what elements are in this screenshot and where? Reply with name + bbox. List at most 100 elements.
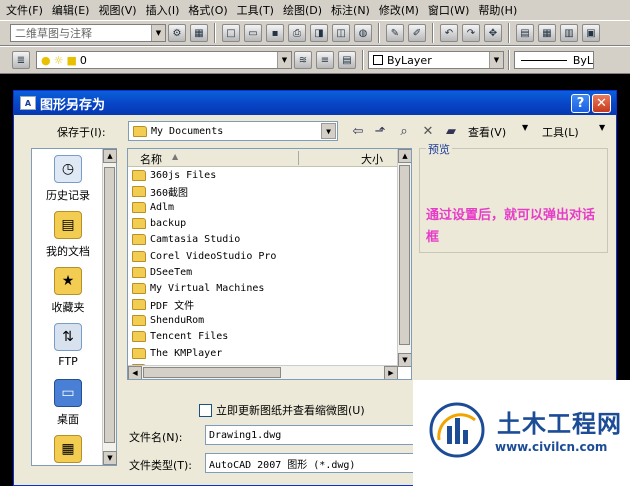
file-list-item[interactable]: Tencent Files	[128, 329, 411, 345]
place-ftp[interactable]: ⇅ FTP	[32, 323, 104, 368]
workspace-combo[interactable]: 二维草图与注释 ▼	[10, 24, 166, 42]
publish-icon[interactable]: ◫	[332, 24, 350, 42]
workspace-icon[interactable]: ▦	[190, 24, 208, 42]
tool-palette-icon[interactable]: ▥	[560, 24, 578, 42]
up-folder-icon[interactable]: ⬏	[370, 121, 390, 141]
chevron-down-icon[interactable]: ▼	[321, 123, 336, 139]
calculator-icon[interactable]: ▣	[582, 24, 600, 42]
menu-draw[interactable]: 绘图(D)	[283, 2, 322, 18]
scroll-down-icon[interactable]: ▼	[398, 353, 411, 367]
close-button[interactable]: ✕	[592, 94, 611, 113]
file-list-item[interactable]: Camtasia Studio	[128, 232, 411, 248]
file-name: The KMPlayer	[150, 347, 223, 359]
file-list-header: 名称 ▲ 大小	[128, 149, 411, 167]
layer-state-icon[interactable]: ≡	[316, 51, 334, 69]
delete-icon[interactable]: ✕	[418, 121, 438, 141]
file-list-item[interactable]: Corel VideoStudio Pro	[128, 248, 411, 264]
scroll-up-icon[interactable]: ▲	[103, 149, 117, 163]
menu-window[interactable]: 窗口(W)	[428, 2, 469, 18]
file-list-item[interactable]: ShenduRom	[128, 313, 411, 329]
menu-modify[interactable]: 修改(M)	[379, 2, 419, 18]
filename-label: 文件名(N):	[129, 431, 183, 444]
filetype-select[interactable]: AutoCAD 2007 图形 (*.dwg)	[205, 453, 425, 473]
lightbulb-icon: ●	[41, 53, 51, 67]
plot-preview-icon[interactable]: ◨	[310, 24, 328, 42]
gear-icon[interactable]: ⚙	[168, 24, 186, 42]
pencil-icon[interactable]: ✎	[386, 24, 404, 42]
file-list-item[interactable]: PDF 文件	[128, 297, 411, 313]
redo-icon[interactable]: ↷	[462, 24, 480, 42]
layer-tools-icon[interactable]: ▤	[338, 51, 356, 69]
column-name[interactable]: 名称	[140, 151, 162, 167]
save-in-combo[interactable]: My Documents ▼	[128, 121, 338, 141]
place-my-documents[interactable]: ▤ 我的文档	[32, 211, 104, 259]
file-list-item[interactable]: Adlm	[128, 199, 411, 215]
menu-tools[interactable]: 工具(T)	[237, 2, 274, 18]
menu-view[interactable]: 视图(V)	[98, 2, 136, 18]
menu-edit[interactable]: 编辑(E)	[52, 2, 90, 18]
column-size[interactable]: 大小	[361, 151, 383, 167]
place-favorites[interactable]: ★ 收藏夹	[32, 267, 104, 315]
column-divider	[298, 151, 299, 165]
layer-manager-icon[interactable]: ≣	[12, 51, 30, 69]
help-button[interactable]: ?	[571, 94, 590, 113]
color-combo[interactable]: ByLayer ▼	[368, 51, 504, 69]
save-icon[interactable]: ▪	[266, 24, 284, 42]
watermark: 土木工程网 www.civilcn.com	[413, 380, 630, 486]
menu-help[interactable]: 帮助(H)	[478, 2, 517, 18]
new-folder-icon[interactable]: ▰	[441, 121, 461, 141]
hscroll-thumb[interactable]	[143, 367, 281, 378]
file-list-item[interactable]: DSeeTem	[128, 264, 411, 280]
view-chevron-icon[interactable]: ▼	[522, 123, 528, 132]
place-history[interactable]: ◷ 历史记录	[32, 155, 104, 203]
open-folder-icon[interactable]: ▭	[244, 24, 262, 42]
properties-icon[interactable]: ▤	[516, 24, 534, 42]
file-name: PDF 文件	[150, 301, 195, 313]
file-list-item[interactable]: 360截图	[128, 183, 411, 199]
layer-previous-icon[interactable]: ≋	[294, 51, 312, 69]
print-icon[interactable]: ⎙	[288, 24, 306, 42]
file-list-item[interactable]: 360js Files	[128, 167, 411, 183]
update-thumbnail-checkbox[interactable]	[199, 403, 212, 417]
file-list-item[interactable]: My Virtual Machines	[128, 280, 411, 296]
chevron-down-icon[interactable]: ▼	[151, 25, 165, 41]
scroll-thumb[interactable]	[399, 165, 410, 345]
tools-menu-button[interactable]: 工具(L)	[542, 124, 579, 140]
filename-input[interactable]: Drawing1.dwg	[205, 425, 425, 445]
menu-format[interactable]: 格式(O)	[188, 2, 227, 18]
scroll-thumb[interactable]	[104, 167, 115, 443]
menu-insert[interactable]: 插入(I)	[146, 2, 180, 18]
place-desktop[interactable]: ▭ 桌面	[32, 379, 104, 427]
undo-icon[interactable]: ↶	[440, 24, 458, 42]
scroll-right-icon[interactable]: ▶	[384, 366, 398, 379]
place-more[interactable]: ▦	[32, 435, 104, 467]
places-scrollbar[interactable]: ▲ ▼	[102, 149, 117, 465]
scroll-up-icon[interactable]: ▲	[398, 149, 411, 163]
place-label: 桌面	[57, 413, 79, 426]
scroll-left-icon[interactable]: ◀	[128, 366, 142, 379]
chevron-down-icon[interactable]: ▼	[489, 52, 503, 68]
new-file-icon[interactable]: □	[222, 24, 240, 42]
layer-combo[interactable]: ● ☼ ■ 0 ▼	[36, 51, 292, 69]
file-name: 360js Files	[150, 169, 217, 181]
menu-file[interactable]: 文件(F)	[6, 2, 43, 18]
back-arrow-icon[interactable]: ⇦	[348, 121, 368, 141]
design-center-icon[interactable]: ▦	[538, 24, 556, 42]
linetype-combo[interactable]: ByL	[514, 51, 594, 69]
scroll-down-icon[interactable]: ▼	[103, 451, 117, 465]
tools-chevron-icon[interactable]: ▼	[599, 123, 605, 132]
file-list-item[interactable]: backup	[128, 216, 411, 232]
pan-icon[interactable]: ✥	[484, 24, 502, 42]
file-list-scrollbar[interactable]: ▲ ▼	[397, 149, 411, 367]
file-list-item[interactable]: The KMPlayer	[128, 345, 411, 361]
globe-icon[interactable]: ◍	[354, 24, 372, 42]
dialog-titlebar[interactable]: A 图形另存为	[14, 91, 616, 115]
search-icon[interactable]: ⌕	[394, 121, 414, 141]
view-menu-button[interactable]: 查看(V)	[468, 124, 506, 140]
update-thumbnail-option[interactable]: 立即更新图纸并查看缩微图(U)	[199, 402, 365, 418]
brush-icon[interactable]: ✐	[408, 24, 426, 42]
chevron-down-icon[interactable]: ▼	[277, 52, 291, 68]
menu-dimension[interactable]: 标注(N)	[331, 2, 370, 18]
file-list-hscrollbar[interactable]: ◀ ▶	[128, 365, 398, 379]
file-name: Adlm	[150, 201, 175, 213]
